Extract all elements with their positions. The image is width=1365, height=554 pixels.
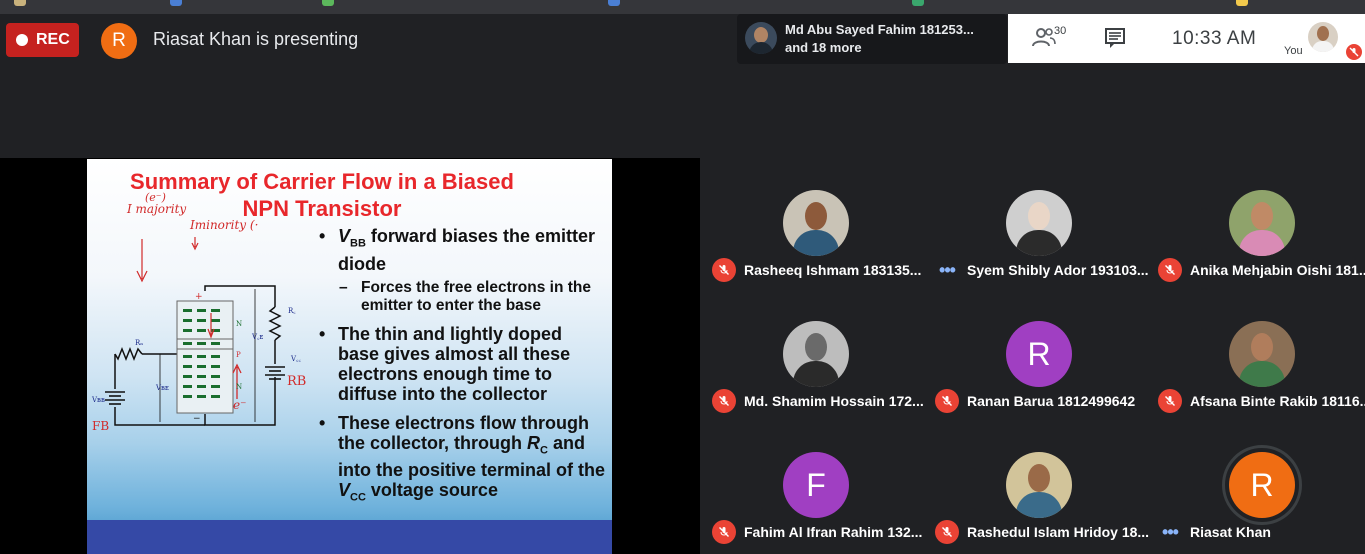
bullet-thin-base: The thin and lightly doped base gives al… <box>317 324 607 404</box>
meet-window: REC R Riasat Khan is presenting Md Abu S… <box>0 0 1365 554</box>
participant-avatar <box>1006 452 1072 518</box>
slide-title-line1: Summary of Carrier Flow in a Biased <box>130 169 514 194</box>
participant-name: Syem Shibly Ador 193103... <box>967 262 1149 278</box>
sub-bullet-forces: Forces the free electrons in the emitter… <box>317 279 607 315</box>
participant-avatar: R <box>1229 452 1295 518</box>
annotation-fb: FB <box>92 419 109 433</box>
participant-tile[interactable]: Rashedul Islam Hridoy 18... <box>929 420 1151 551</box>
participant-tile[interactable]: ••• Syem Shibly Ador 193103... <box>929 158 1151 289</box>
speaker-name: Md Abu Sayed Fahim 181253... <box>785 22 974 37</box>
participant-name: Fahim Al Ifran Rahim 132... <box>744 524 923 540</box>
you-label: You <box>1284 45 1303 57</box>
participant-tile[interactable]: Afsana Binte Rakib 18116... <box>1152 289 1365 420</box>
browser-tab-strip <box>0 0 1365 14</box>
participant-name: Riasat Khan <box>1190 524 1271 540</box>
speaking-dots-icon: ••• <box>939 259 956 280</box>
label-vbe: Vʙᴇ <box>155 384 169 392</box>
label-minus: − <box>193 414 201 424</box>
participant-name-row: Afsana Binte Rakib 18116... <box>1158 389 1365 413</box>
tab-favicon[interactable] <box>14 0 26 6</box>
mic-off-icon <box>935 520 959 544</box>
stage-spacer <box>0 64 1365 158</box>
participant-name-row: Fahim Al Ifran Rahim 132... <box>712 520 926 544</box>
slide-title: Summary of Carrier Flow in a Biased NPN … <box>107 168 537 222</box>
annotation-rb: RB <box>287 374 306 389</box>
presenting-status: Riasat Khan is presenting <box>153 29 359 49</box>
participant-tile[interactable]: R ••• Riasat Khan <box>1152 420 1365 551</box>
participant-name-row: ••• Syem Shibly Ador 193103... <box>935 258 1149 282</box>
participant-name: Rashedul Islam Hridoy 18... <box>967 524 1149 540</box>
participant-avatar <box>1229 190 1295 256</box>
participant-name: Afsana Binte Rakib 18116... <box>1190 393 1365 409</box>
tab-favicon[interactable] <box>170 0 182 6</box>
label-rb: Rₙ <box>135 339 143 347</box>
label-vce: V꜀ᴇ <box>251 333 263 341</box>
meeting-clock: 10:33 AM <box>1172 28 1257 49</box>
npn-circuit-diagram: (e⁻) I majority Iminority (· + − N P N R… <box>91 191 306 433</box>
label-n-top: N <box>236 320 242 328</box>
participant-tile[interactable]: Md. Shamim Hossain 172... <box>706 289 928 420</box>
participant-tile[interactable]: Anika Mehjabin Oishi 181... <box>1152 158 1365 289</box>
mic-off-icon[interactable] <box>1346 44 1362 60</box>
participant-avatar: F <box>783 452 849 518</box>
participant-tile[interactable]: R Ranan Barua 1812499642 <box>929 289 1151 420</box>
participant-name: Md. Shamim Hossain 172... <box>744 393 924 409</box>
presenter-avatar: R <box>101 23 137 59</box>
participant-avatar <box>1229 321 1295 387</box>
participant-name: Anika Mehjabin Oishi 181... <box>1190 262 1365 278</box>
label-plus: + <box>195 292 203 302</box>
active-speaker-chip[interactable]: Md Abu Sayed Fahim 181253... and 18 more <box>737 14 1007 64</box>
people-count: 30 <box>1054 25 1067 37</box>
mic-off-icon <box>935 389 959 413</box>
self-avatar[interactable] <box>1308 22 1338 52</box>
bullet-electrons-flow: These electrons flow through the collect… <box>317 413 607 508</box>
speaker-more: and 18 more <box>785 40 862 55</box>
slide-title-line2: NPN Transistor <box>242 196 402 221</box>
participant-tile[interactable]: Rasheeq Ishmam 183135... <box>706 158 928 289</box>
participant-name-row: Rasheeq Ishmam 183135... <box>712 258 926 282</box>
participant-grid: Rasheeq Ishmam 183135... ••• Syem Shibly A… <box>700 158 1365 554</box>
recording-button[interactable]: REC <box>6 23 79 57</box>
tab-favicon[interactable] <box>608 0 620 6</box>
participant-name: Rasheeq Ishmam 183135... <box>744 262 922 278</box>
mic-off-icon <box>712 258 736 282</box>
speaker-avatar <box>745 22 777 54</box>
participant-avatar: R <box>1006 321 1072 387</box>
tab-favicon[interactable] <box>322 0 334 6</box>
participant-name: Ranan Barua 1812499642 <box>967 393 1136 409</box>
mic-off-icon <box>1158 258 1182 282</box>
participant-name-row: Md. Shamim Hossain 172... <box>712 389 926 413</box>
mic-off-icon <box>712 520 736 544</box>
label-rc: R꜀ <box>288 307 296 315</box>
record-dot-icon <box>16 34 28 46</box>
bullet-vbb: VBB forward biases the emitter diode <box>317 226 607 274</box>
speaking-dots-icon: ••• <box>1162 521 1179 542</box>
tab-favicon[interactable] <box>912 0 924 6</box>
recording-label: REC <box>36 31 70 48</box>
label-p: P <box>236 351 241 359</box>
participant-name-row: Anika Mehjabin Oishi 181... <box>1158 258 1365 282</box>
slide-bullets: VBB forward biases the emitter diode For… <box>317 226 607 517</box>
participant-avatar <box>783 190 849 256</box>
label-vcc: V꜀꜀ <box>290 355 301 363</box>
participant-name-row: ••• Riasat Khan <box>1158 520 1365 544</box>
participant-avatar <box>1006 190 1072 256</box>
slide-footer-band <box>87 520 612 554</box>
tab-favicon[interactable] <box>1236 0 1248 6</box>
participant-name-row: Rashedul Islam Hridoy 18... <box>935 520 1149 544</box>
participant-name-row: Ranan Barua 1812499642 <box>935 389 1149 413</box>
mic-off-icon <box>1158 389 1182 413</box>
chat-icon[interactable] <box>1104 27 1126 54</box>
shared-slide: (e⁻) I majority Iminority (· + − N P N R… <box>87 159 612 554</box>
label-vbb: Vʙʙ <box>91 396 105 404</box>
meeting-controls: 30 10:33 AM You <box>1008 14 1365 63</box>
label-n-bot: N <box>236 383 242 391</box>
participant-avatar <box>783 321 849 387</box>
mic-off-icon <box>712 389 736 413</box>
annotation-e-minus: e⁻ <box>233 398 246 412</box>
participant-tile[interactable]: F Fahim Al Ifran Rahim 132... <box>706 420 928 551</box>
